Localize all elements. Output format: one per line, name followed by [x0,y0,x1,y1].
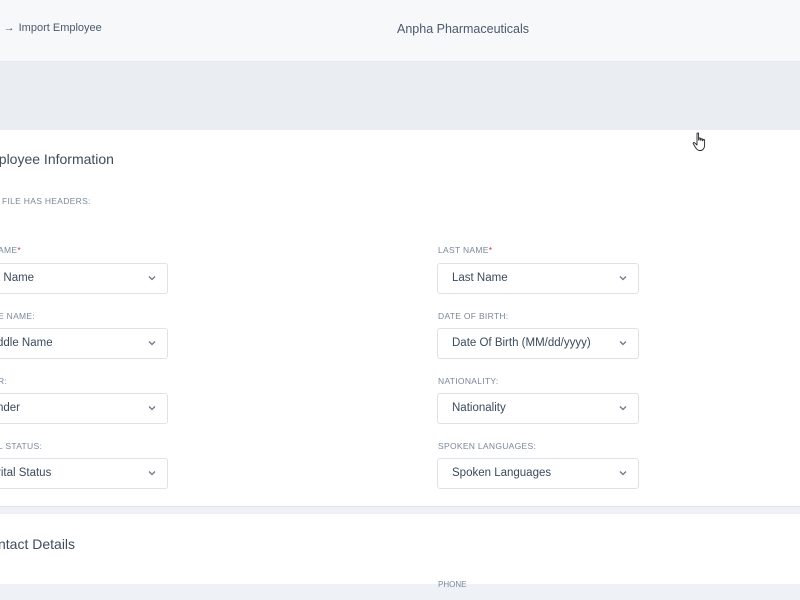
section-title-contact-details: ntact Details [0,536,76,552]
first-name-select[interactable]: t Name [0,263,168,294]
chevron-down-icon [619,471,627,476]
marital-status-select[interactable]: rital Status [0,458,168,489]
marital-status-label: L STATUS: [0,441,43,451]
nationality-select-value: Nationality [452,402,506,414]
chevron-down-icon [148,471,156,476]
gender-label: R: [0,376,8,386]
company-name: Anpha Pharmaceuticals [397,22,530,36]
last-name-select-value: Last Name [452,272,508,284]
chevron-down-icon [619,276,627,281]
date-of-birth-label: DATE OF BIRTH: [438,311,509,321]
breadcrumb-current: Import Employee [18,22,102,34]
spoken-languages-select-value: Spoken Languages [452,467,552,479]
hand-pointer-icon [692,132,706,151]
chevron-down-icon [148,406,156,411]
spoken-languages-select[interactable]: Spoken Languages [437,458,639,489]
middle-name-select-value: ddle Name [0,337,53,349]
breadcrumb: es→Import Employee [0,22,102,34]
marital-status-select-value: rital Status [0,467,52,479]
contact-details-card: ntact Details [0,514,800,584]
chevron-down-icon [148,276,156,281]
first-name-select-value: t Name [0,272,35,284]
last-name-label: LAST NAME* [438,245,493,255]
date-of-birth-select[interactable]: Date Of Birth (MM/dd/yyyy) [437,328,639,359]
middle-name-select[interactable]: ddle Name [0,328,168,359]
chevron-down-icon [619,406,627,411]
chevron-down-icon [148,341,156,346]
header-band [0,62,800,130]
first-name-label: AME* [0,245,21,255]
chevron-down-icon [619,341,627,346]
middle-name-label: E NAME: [0,311,36,321]
spoken-languages-label: SPOKEN LANGUAGES: [438,441,537,451]
bottom-band [0,584,800,600]
file-has-headers-label: FILE HAS HEADERS: [2,196,91,206]
breadcrumb-separator: → [3,22,15,34]
section-title-employee-information: nployee Information [0,151,114,167]
nationality-label: NATIONALITY: [438,376,499,386]
gender-select[interactable]: nder [0,393,168,424]
date-of-birth-select-value: Date Of Birth (MM/dd/yyyy) [452,337,591,349]
top-bar: es→Import Employee Anpha Pharmaceuticals [0,0,800,62]
employee-information-card: nployee Information FILE HAS HEADERS: AM… [0,130,800,507]
gender-select-value: nder [0,402,21,414]
last-name-select[interactable]: Last Name [437,263,639,294]
nationality-select[interactable]: Nationality [437,393,639,424]
phone-label-partial: PHONE [438,580,467,589]
